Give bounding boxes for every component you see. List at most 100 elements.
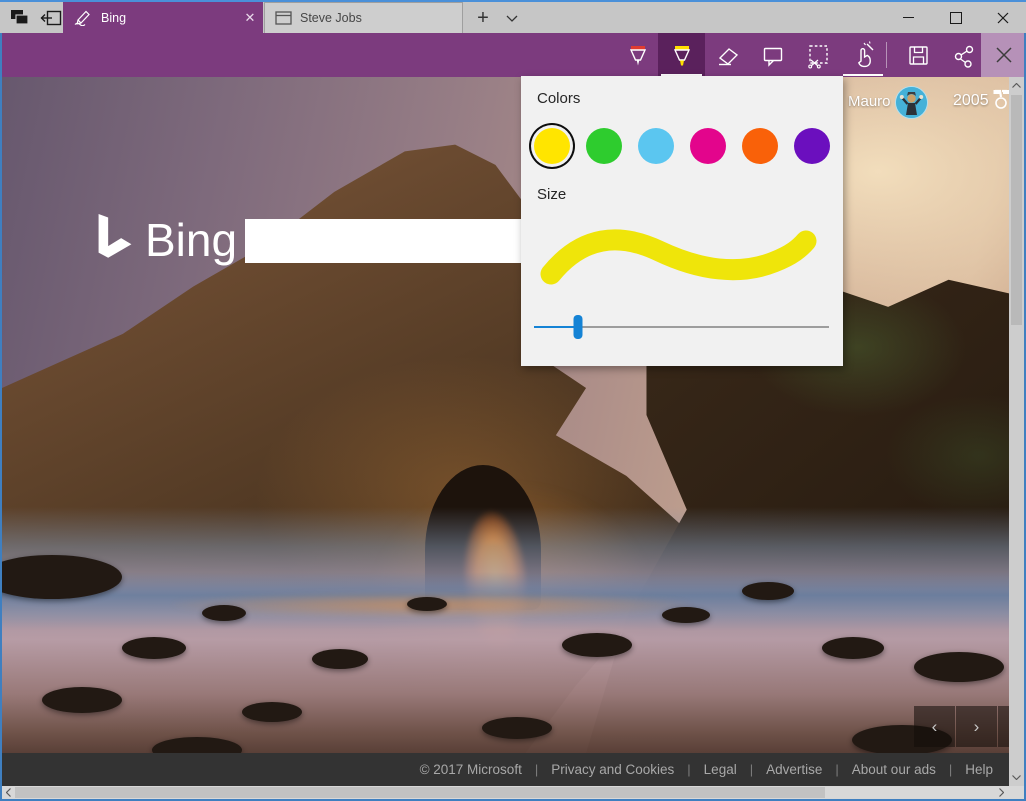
size-slider-fill [534,326,578,328]
tab-bing[interactable]: Bing ✕ [63,2,263,33]
horizontal-scroll-thumb[interactable] [15,787,825,798]
page-icon [275,11,292,25]
footer-separator: | [535,762,538,777]
colors-label: Colors [537,90,580,107]
scroll-right-arrow[interactable] [995,786,1008,799]
ballpoint-pen-icon [624,41,652,69]
carousel-next-button[interactable]: › [956,706,997,747]
vertical-scroll-thumb[interactable] [1011,95,1022,325]
new-tab-button[interactable]: + [470,5,496,31]
share-icon [950,41,978,69]
swatch-purple[interactable] [794,128,830,164]
maximize-button[interactable] [932,2,979,33]
touch-writing-hand-icon [848,40,878,70]
bing-logo: Bing [93,213,237,267]
foreground-rock [914,652,1004,682]
close-tab-icon[interactable]: ✕ [237,5,263,31]
scroll-up-arrow[interactable] [1009,78,1024,93]
foreground-rock [312,649,368,669]
size-slider-thumb[interactable] [574,315,583,339]
foreground-rock [562,633,632,657]
window-border-top [0,0,1026,2]
footer-link-copyright[interactable]: © 2017 Microsoft [420,762,522,777]
set-tabs-aside-icon [40,9,62,27]
color-swatch-row [534,128,830,164]
carousel-prev-button[interactable]: ‹ [914,706,955,747]
footer-separator: | [949,762,952,777]
avatar-character [896,87,927,118]
foreground-rock [742,582,794,600]
foreground-rock [42,687,122,713]
save-note-tool[interactable] [895,33,940,77]
horizontal-scrollbar[interactable] [2,786,1009,799]
set-tabs-aside-button[interactable] [38,5,64,31]
ballpoint-pen-tool[interactable] [615,33,660,77]
highlighter-options-flyout: Colors Size [521,76,843,366]
foreground-rock [662,607,710,623]
size-label: Size [537,186,566,203]
tab-steve-jobs[interactable]: Steve Jobs [264,2,463,33]
minimize-button[interactable] [885,2,932,33]
toolbar-separator [886,42,887,68]
rewards-medal-icon [990,89,1009,116]
sea-mist [2,507,1009,753]
foreground-rock [122,637,186,659]
minimize-icon [903,17,914,18]
bing-b-icon [93,214,137,266]
tabs-preview-button[interactable] [6,5,32,31]
tab-list-chevron-button[interactable] [500,5,524,31]
web-notes-toolbar [0,33,1026,77]
highlighter-icon [668,41,696,69]
tabs-preview-icon [10,9,29,27]
swatch-magenta[interactable] [690,128,726,164]
swatch-sky-blue[interactable] [638,128,674,164]
eraser-tool[interactable] [705,33,750,77]
close-icon [997,12,1009,24]
tab-title: Bing [101,11,237,25]
footer-separator: | [687,762,690,777]
clip-tool[interactable] [795,33,840,77]
close-window-button[interactable] [979,2,1026,33]
tab-title: Steve Jobs [300,11,462,25]
foreground-rock [202,605,246,621]
size-slider-track[interactable] [534,326,829,328]
footer-link-about-ads[interactable]: About our ads [852,762,936,777]
typed-note-tool[interactable] [750,33,795,77]
share-note-tool[interactable] [941,33,986,77]
foreground-rock [822,637,884,659]
scrollbar-corner [1009,786,1024,799]
bing-logo-text: Bing [145,213,237,267]
footer-link-help[interactable]: Help [965,762,993,777]
carousel-info-button[interactable] [998,706,1009,747]
footer-separator: | [750,762,753,777]
active-underline [843,74,883,76]
web-note-pen-icon [73,10,93,26]
swatch-yellow[interactable] [534,128,570,164]
clip-scissors-icon [803,40,833,70]
scroll-left-arrow[interactable] [2,786,15,799]
tab-bar: Bing ✕ Steve Jobs + [0,2,1026,33]
footer-separator: | [835,762,838,777]
swatch-green[interactable] [586,128,622,164]
vertical-scrollbar[interactable] [1009,77,1024,786]
bing-homepage: Bing Mauro 2005 ‹ › [2,77,1009,753]
touch-writing-tool[interactable] [840,33,886,77]
highlighter-tool[interactable] [658,33,705,77]
window-border-left [0,33,2,801]
foreground-rock [482,717,552,739]
avatar[interactable] [895,86,928,119]
swatch-orange[interactable] [742,128,778,164]
rewards-points[interactable]: 2005 [953,92,989,110]
footer-link-legal[interactable]: Legal [704,762,737,777]
bing-footer: © 2017 Microsoft | Privacy and Cookies |… [2,753,1009,786]
user-name[interactable]: Mauro [848,93,891,110]
chevron-down-icon [506,15,518,22]
exit-close-icon [996,47,1012,63]
eraser-icon [714,41,742,69]
maximize-icon [950,12,962,24]
footer-link-advertise[interactable]: Advertise [766,762,822,777]
footer-link-privacy[interactable]: Privacy and Cookies [551,762,674,777]
save-floppy-icon [904,41,932,69]
exit-web-notes-button[interactable] [981,33,1026,77]
scroll-down-arrow[interactable] [1009,770,1024,785]
